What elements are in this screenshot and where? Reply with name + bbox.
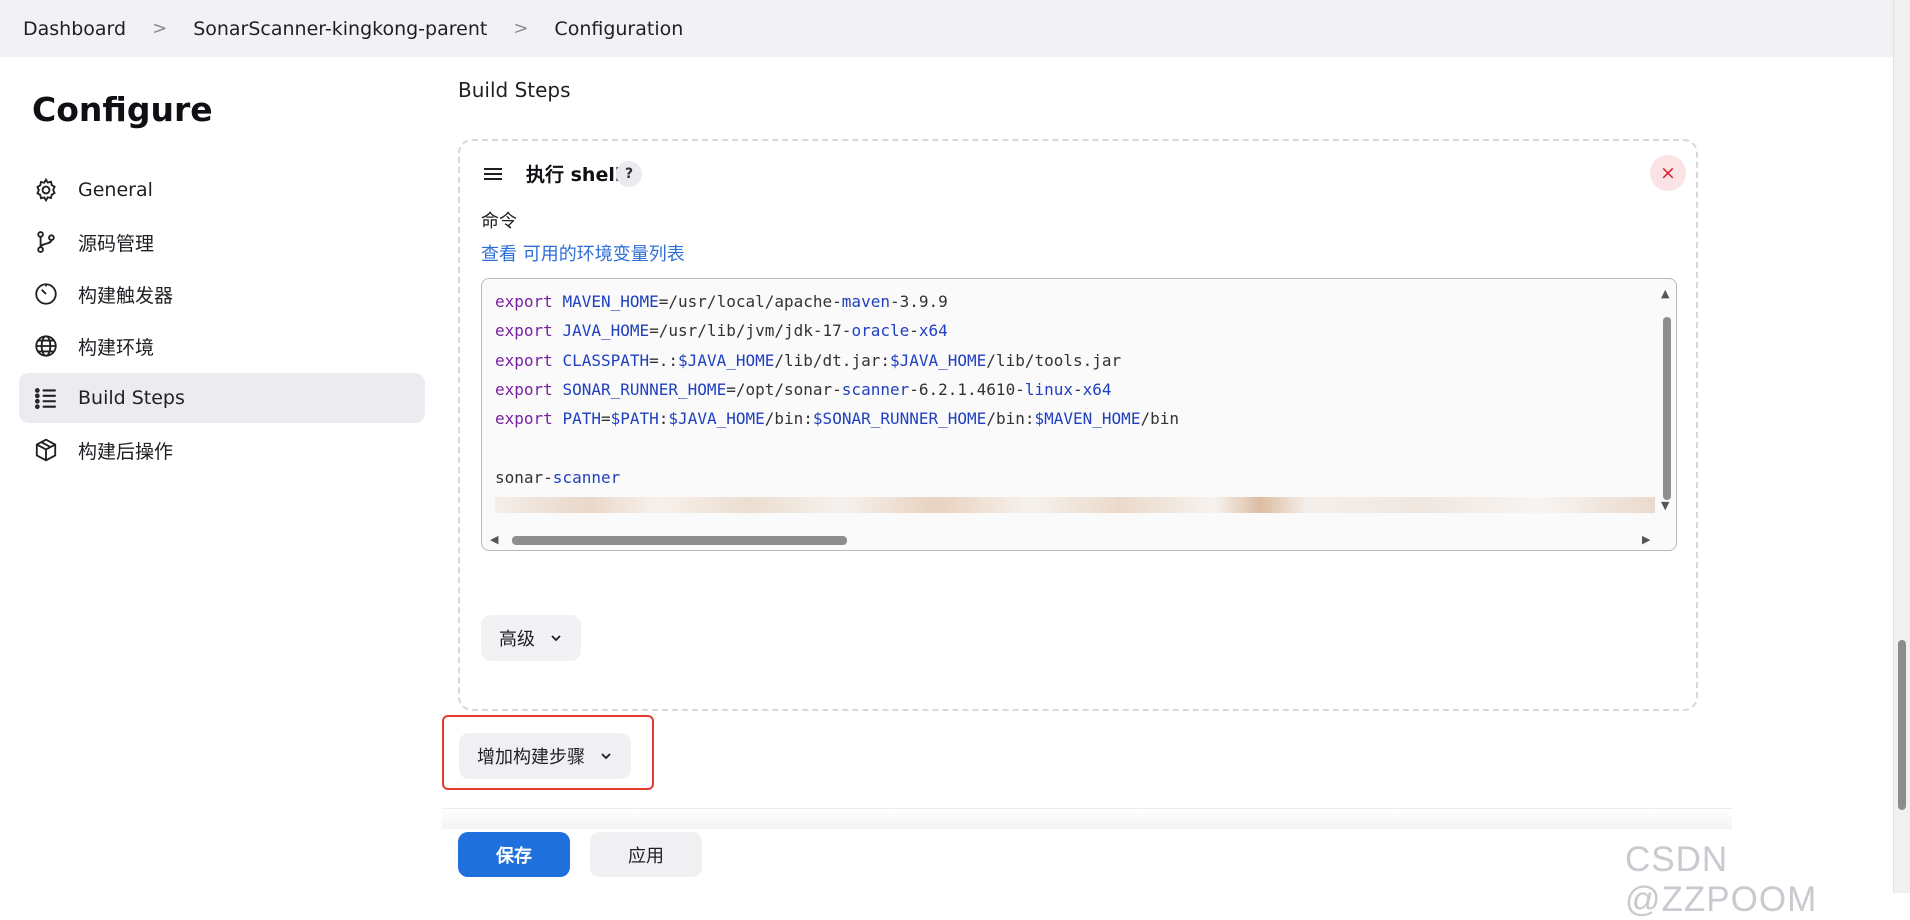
advanced-button[interactable]: 高级 bbox=[481, 615, 581, 661]
section-title: Build Steps bbox=[458, 78, 571, 102]
editor-vertical-scrollbar[interactable]: ▲ ▼ bbox=[1661, 287, 1672, 512]
chevron-down-icon bbox=[601, 753, 611, 760]
help-icon[interactable]: ? bbox=[616, 161, 642, 187]
command-textarea[interactable]: export MAVEN_HOME=/usr/local/apache-mave… bbox=[481, 278, 1677, 551]
sidebar-item-label: 构建触发器 bbox=[78, 284, 174, 307]
sidebar-item-label: Build Steps bbox=[78, 387, 185, 409]
sidebar-item-environment[interactable]: 构建环境 bbox=[19, 321, 425, 371]
sidebar-item-label: General bbox=[78, 179, 153, 201]
step-title: 执行 shell bbox=[526, 164, 622, 186]
code-content[interactable]: export MAVEN_HOME=/usr/local/apache-mave… bbox=[495, 287, 1179, 492]
sidebar-item-post-build[interactable]: 构建后操作 bbox=[19, 425, 425, 475]
env-vars-link[interactable]: 可用的环境变量列表 bbox=[523, 244, 685, 265]
editor-horizontal-scrollbar-thumb[interactable] bbox=[512, 536, 847, 545]
scroll-up-icon[interactable]: ▲ bbox=[1661, 287, 1669, 300]
watermark: CSDN @ZZPOOM bbox=[1625, 840, 1818, 919]
scroll-left-icon[interactable]: ◀ bbox=[490, 533, 498, 546]
add-build-step-button[interactable]: 增加构建步骤 bbox=[459, 733, 631, 779]
env-vars-line: 查看 可用的环境变量列表 bbox=[481, 240, 685, 266]
list-icon bbox=[33, 385, 59, 411]
sidebar-nav: General 源码管理 构建触发器 构建环境 Build Steps 构建后操… bbox=[19, 165, 425, 477]
globe-icon bbox=[33, 333, 59, 359]
package-icon bbox=[33, 437, 59, 463]
breadcrumb-configuration[interactable]: Configuration bbox=[554, 18, 683, 40]
sidebar-item-label: 源码管理 bbox=[78, 232, 155, 255]
gear-icon bbox=[33, 177, 59, 203]
page-scrollbar-thumb[interactable] bbox=[1898, 640, 1906, 810]
sidebar-item-label: 构建环境 bbox=[78, 336, 155, 359]
advanced-label: 高级 bbox=[499, 629, 535, 650]
scroll-right-icon[interactable]: ▶ bbox=[1642, 533, 1650, 546]
chevron-down-icon bbox=[551, 635, 561, 642]
footer-divider bbox=[442, 808, 1732, 829]
build-step-card: 执行 shell ? × 命令 查看 可用的环境变量列表 export MAVE… bbox=[458, 139, 1698, 711]
editor-vertical-scrollbar-thumb[interactable] bbox=[1663, 317, 1671, 500]
apply-button[interactable]: 应用 bbox=[590, 832, 702, 877]
breadcrumb-separator: > bbox=[152, 18, 168, 39]
drag-handle-icon[interactable] bbox=[482, 163, 504, 185]
breadcrumb-separator: > bbox=[513, 18, 529, 39]
redacted-line bbox=[495, 497, 1655, 513]
sidebar-item-label: 构建后操作 bbox=[78, 440, 174, 463]
sidebar-item-scm[interactable]: 源码管理 bbox=[19, 217, 425, 267]
clock-icon bbox=[33, 281, 59, 307]
breadcrumb-job[interactable]: SonarScanner-kingkong-parent bbox=[193, 18, 487, 40]
breadcrumb: Dashboard > SonarScanner-kingkong-parent… bbox=[0, 0, 1893, 57]
sidebar-item-build-steps[interactable]: Build Steps bbox=[19, 373, 425, 423]
editor-horizontal-scrollbar[interactable]: ◀ ▶ bbox=[490, 533, 1660, 546]
add-build-step-label: 增加构建步骤 bbox=[477, 747, 585, 768]
page-title: Configure bbox=[32, 90, 213, 129]
scroll-down-icon[interactable]: ▼ bbox=[1661, 499, 1669, 512]
sidebar-item-triggers[interactable]: 构建触发器 bbox=[19, 269, 425, 319]
env-vars-prefix: 查看 bbox=[481, 244, 517, 265]
command-label: 命令 bbox=[481, 211, 517, 232]
save-button[interactable]: 保存 bbox=[458, 832, 570, 877]
sidebar-item-general[interactable]: General bbox=[19, 165, 425, 215]
breadcrumb-dashboard[interactable]: Dashboard bbox=[23, 18, 126, 40]
branch-icon bbox=[33, 229, 59, 255]
close-icon[interactable]: × bbox=[1650, 155, 1686, 191]
page-scrollbar[interactable] bbox=[1893, 0, 1910, 893]
